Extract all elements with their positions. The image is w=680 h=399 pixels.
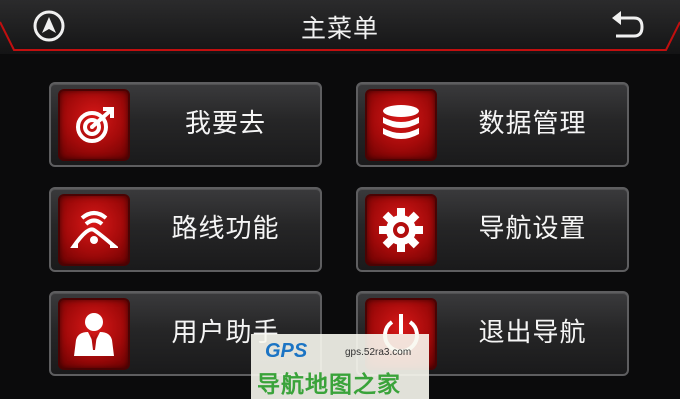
watermark-brand: GPS (265, 340, 308, 362)
user-assistant-icon (58, 298, 130, 370)
page-title: 主菜单 (300, 14, 379, 43)
gear-icon (365, 194, 437, 266)
header-bar: 主菜单 (0, 0, 680, 54)
database-icon (365, 89, 437, 161)
menu-item-label: 退出导航 (478, 318, 587, 348)
menu-item-label: 导航设置 (478, 214, 587, 244)
watermark-name: 导航地图之家 (257, 372, 401, 398)
watermark-url: gps.52ra3.com (345, 347, 412, 358)
back-arrow-icon (612, 11, 644, 38)
watermark: GPS gps.52ra3.com 导航地图之家 (251, 334, 429, 399)
menu-item-data-management[interactable]: 数据管理 (356, 82, 629, 167)
back-button[interactable] (608, 8, 646, 44)
menu-item-destination[interactable]: 我要去 (49, 82, 322, 167)
destination-target-icon (58, 89, 130, 161)
menu-item-label: 路线功能 (171, 214, 280, 244)
menu-item-navigation-settings[interactable]: 导航设置 (356, 187, 629, 272)
menu-item-label: 数据管理 (478, 109, 587, 139)
menu-item-route-functions[interactable]: 路线功能 (49, 187, 322, 272)
menu-item-label: 我要去 (184, 109, 266, 139)
route-icon (58, 194, 130, 266)
